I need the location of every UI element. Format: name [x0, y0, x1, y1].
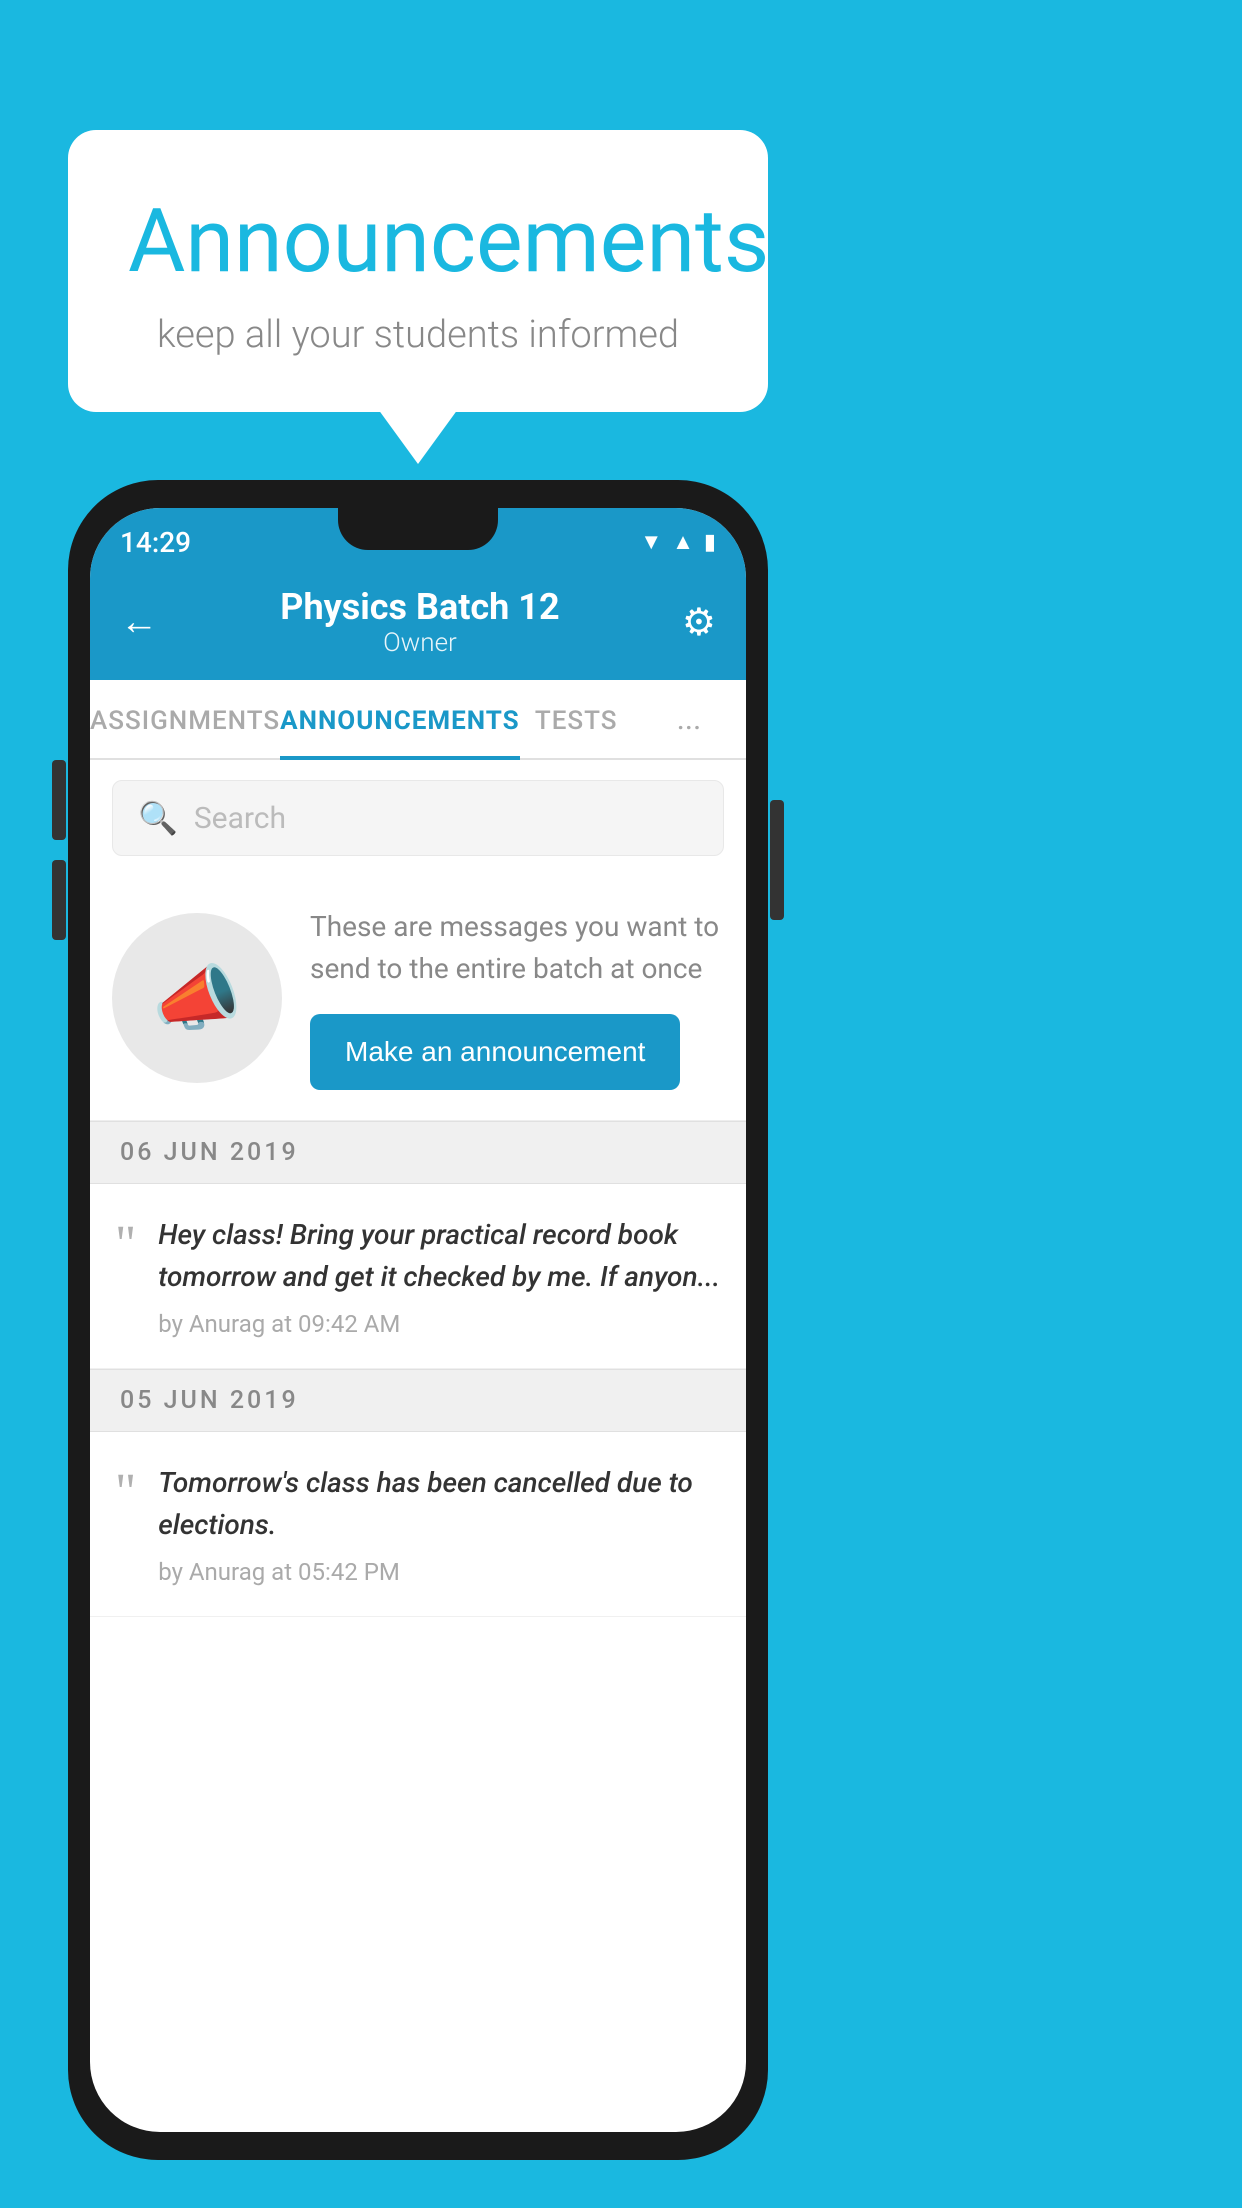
search-placeholder: Search	[194, 801, 286, 836]
batch-title: Physics Batch 12	[280, 586, 559, 628]
batch-subtitle: Owner	[280, 628, 559, 658]
date-separator-1: 06 JUN 2019	[90, 1121, 746, 1184]
announcement-meta-1: by Anurag at 09:42 AM	[158, 1310, 400, 1338]
announcement-intro-section: 📣 These are messages you want to send to…	[90, 876, 746, 1121]
intro-right-content: These are messages you want to send to t…	[282, 906, 724, 1090]
status-icons: ▼ ▲ ▮	[640, 529, 716, 555]
date-separator-2: 05 JUN 2019	[90, 1369, 746, 1432]
volume-buttons	[52, 760, 66, 940]
intro-description: These are messages you want to send to t…	[310, 906, 724, 990]
tab-bar: ASSIGNMENTS ANNOUNCEMENTS TESTS ...	[90, 680, 746, 760]
announcement-promo-card: Announcements keep all your students inf…	[68, 130, 768, 412]
header-title-area: Physics Batch 12 Owner	[280, 586, 559, 658]
search-bar[interactable]: 🔍 Search	[112, 780, 724, 856]
status-time: 14:29	[120, 526, 191, 559]
make-announcement-button[interactable]: Make an announcement	[310, 1014, 680, 1090]
tab-more[interactable]: ...	[633, 680, 746, 758]
tab-announcements[interactable]: ANNOUNCEMENTS	[280, 680, 519, 758]
tab-assignments[interactable]: ASSIGNMENTS	[90, 680, 280, 758]
tab-tests[interactable]: TESTS	[520, 680, 633, 758]
back-button[interactable]: ←	[120, 600, 158, 644]
megaphone-circle: 📣	[112, 913, 282, 1083]
promo-subtitle: keep all your students informed	[128, 313, 708, 357]
power-button	[770, 800, 784, 920]
announcement-meta-2: by Anurag at 05:42 PM	[158, 1558, 400, 1586]
announcement-item-2: " Tomorrow's class has been cancelled du…	[90, 1432, 746, 1617]
power-btn	[770, 800, 784, 920]
settings-button[interactable]: ⚙	[682, 600, 716, 645]
announcement-text-2: Tomorrow's class has been cancelled due …	[158, 1462, 721, 1546]
phone-mockup: 14:29 ▼ ▲ ▮ ← Physics Batch 12 Owner ⚙ A…	[68, 480, 768, 2160]
promo-title: Announcements	[128, 190, 708, 293]
quote-icon-2: "	[115, 1467, 136, 1519]
search-icon: 🔍	[138, 799, 178, 837]
app-header: ← Physics Batch 12 Owner ⚙	[90, 568, 746, 680]
quote-icon-1: "	[115, 1219, 136, 1271]
megaphone-icon: 📣	[152, 956, 242, 1041]
phone-screen: 14:29 ▼ ▲ ▮ ← Physics Batch 12 Owner ⚙ A…	[90, 508, 746, 2132]
signal-icon: ▲	[672, 529, 694, 555]
announcement-content-1: Hey class! Bring your practical record b…	[158, 1214, 721, 1338]
announcement-text-1: Hey class! Bring your practical record b…	[158, 1214, 721, 1298]
volume-up-button	[52, 760, 66, 840]
wifi-icon: ▼	[640, 529, 662, 555]
announcement-item-1: " Hey class! Bring your practical record…	[90, 1184, 746, 1369]
announcement-content-2: Tomorrow's class has been cancelled due …	[158, 1462, 721, 1586]
volume-down-button	[52, 860, 66, 940]
phone-notch	[338, 508, 498, 550]
battery-icon: ▮	[704, 530, 716, 555]
